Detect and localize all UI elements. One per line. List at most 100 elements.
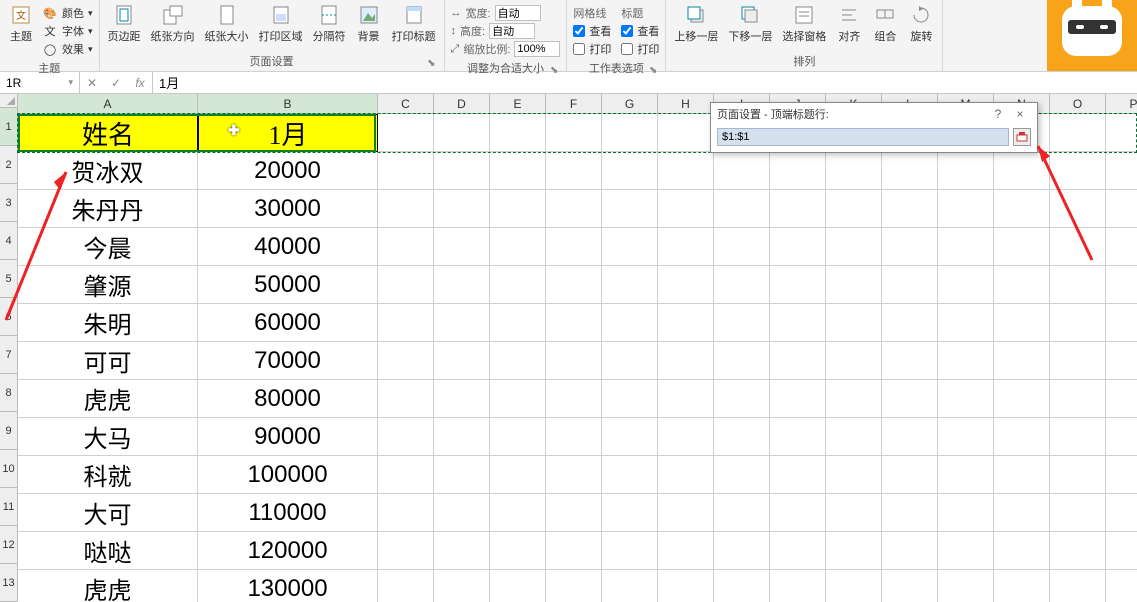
cell-N10[interactable] [994, 456, 1050, 494]
cell-P6[interactable] [1106, 304, 1137, 342]
cell-F4[interactable] [546, 228, 602, 266]
cell-G5[interactable] [602, 266, 658, 304]
cell-C6[interactable] [378, 304, 434, 342]
cell-C4[interactable] [378, 228, 434, 266]
bring-forward-button[interactable]: 上移一层 [670, 2, 722, 46]
cell-N6[interactable] [994, 304, 1050, 342]
cell-M13[interactable] [938, 570, 994, 602]
effects-button[interactable]: ◯效果 ▾ [40, 40, 95, 58]
cell-G1[interactable] [602, 114, 658, 152]
cell-J10[interactable] [770, 456, 826, 494]
print-area-button[interactable]: 打印区域 [255, 2, 307, 46]
cell-H9[interactable] [658, 418, 714, 456]
cell-H3[interactable] [658, 190, 714, 228]
cell-E9[interactable] [490, 418, 546, 456]
cell-A13[interactable]: 虎虎 [18, 570, 198, 602]
cell-P2[interactable] [1106, 152, 1137, 190]
row-header-4[interactable]: 4 [0, 222, 18, 260]
cell-F2[interactable] [546, 152, 602, 190]
cell-L12[interactable] [882, 532, 938, 570]
cell-C3[interactable] [378, 190, 434, 228]
cell-L6[interactable] [882, 304, 938, 342]
cell-I5[interactable] [714, 266, 770, 304]
cell-O1[interactable] [1050, 114, 1106, 152]
cell-J8[interactable] [770, 380, 826, 418]
cell-A10[interactable]: 科就 [18, 456, 198, 494]
cell-B10[interactable]: 100000 [198, 456, 378, 494]
cell-F10[interactable] [546, 456, 602, 494]
sheet-options-launcher[interactable]: ⬊ [649, 65, 657, 76]
cell-L11[interactable] [882, 494, 938, 532]
cell-E7[interactable] [490, 342, 546, 380]
cell-G3[interactable] [602, 190, 658, 228]
col-header-O[interactable]: O [1050, 94, 1106, 114]
fonts-button[interactable]: 文字体 ▾ [40, 22, 95, 40]
cell-H2[interactable] [658, 152, 714, 190]
cell-L3[interactable] [882, 190, 938, 228]
send-backward-button[interactable]: 下移一层 [724, 2, 776, 46]
size-button[interactable]: 纸张大小 [201, 2, 253, 46]
cell-N5[interactable] [994, 266, 1050, 304]
cell-J11[interactable] [770, 494, 826, 532]
col-header-B[interactable]: B [198, 94, 378, 114]
cell-N9[interactable] [994, 418, 1050, 456]
cell-G8[interactable] [602, 380, 658, 418]
cell-E8[interactable] [490, 380, 546, 418]
cell-F1[interactable] [546, 114, 602, 152]
cell-O10[interactable] [1050, 456, 1106, 494]
cell-I4[interactable] [714, 228, 770, 266]
cell-C11[interactable] [378, 494, 434, 532]
cell-B1[interactable]: 1月 [198, 114, 378, 152]
cell-I6[interactable] [714, 304, 770, 342]
cell-G4[interactable] [602, 228, 658, 266]
cell-H8[interactable] [658, 380, 714, 418]
cell-N2[interactable] [994, 152, 1050, 190]
cell-B7[interactable]: 70000 [198, 342, 378, 380]
cell-D11[interactable] [434, 494, 490, 532]
row-header-1[interactable]: 1 [0, 108, 18, 146]
cell-N11[interactable] [994, 494, 1050, 532]
cell-J6[interactable] [770, 304, 826, 342]
cell-O4[interactable] [1050, 228, 1106, 266]
cell-I8[interactable] [714, 380, 770, 418]
cell-H13[interactable] [658, 570, 714, 602]
cell-P10[interactable] [1106, 456, 1137, 494]
cell-D1[interactable] [434, 114, 490, 152]
cell-J9[interactable] [770, 418, 826, 456]
cell-N7[interactable] [994, 342, 1050, 380]
cell-F12[interactable] [546, 532, 602, 570]
cell-D6[interactable] [434, 304, 490, 342]
cell-G11[interactable] [602, 494, 658, 532]
cell-M3[interactable] [938, 190, 994, 228]
cell-O9[interactable] [1050, 418, 1106, 456]
cell-E3[interactable] [490, 190, 546, 228]
row-header-9[interactable]: 9 [0, 412, 18, 450]
row-header-5[interactable]: 5 [0, 260, 18, 298]
cell-H6[interactable] [658, 304, 714, 342]
cell-I3[interactable] [714, 190, 770, 228]
cell-P5[interactable] [1106, 266, 1137, 304]
cell-C2[interactable] [378, 152, 434, 190]
headings-view-checkbox[interactable] [621, 25, 633, 37]
cell-N13[interactable] [994, 570, 1050, 602]
cell-A11[interactable]: 大可 [18, 494, 198, 532]
cell-F3[interactable] [546, 190, 602, 228]
row-header-2[interactable]: 2 [0, 146, 18, 184]
cell-L8[interactable] [882, 380, 938, 418]
breaks-button[interactable]: 分隔符 [309, 2, 350, 46]
cell-I9[interactable] [714, 418, 770, 456]
group-button[interactable]: 组合 [868, 2, 902, 46]
cell-C13[interactable] [378, 570, 434, 602]
background-button[interactable]: 背景 [352, 2, 386, 46]
cell-M8[interactable] [938, 380, 994, 418]
col-header-H[interactable]: H [658, 94, 714, 114]
cell-D7[interactable] [434, 342, 490, 380]
cell-M10[interactable] [938, 456, 994, 494]
cell-D10[interactable] [434, 456, 490, 494]
cell-A12[interactable]: 哒哒 [18, 532, 198, 570]
cell-M5[interactable] [938, 266, 994, 304]
cell-F11[interactable] [546, 494, 602, 532]
scale-width-select[interactable] [495, 5, 541, 21]
selection-pane-button[interactable]: 选择窗格 [778, 2, 830, 46]
cell-K7[interactable] [826, 342, 882, 380]
